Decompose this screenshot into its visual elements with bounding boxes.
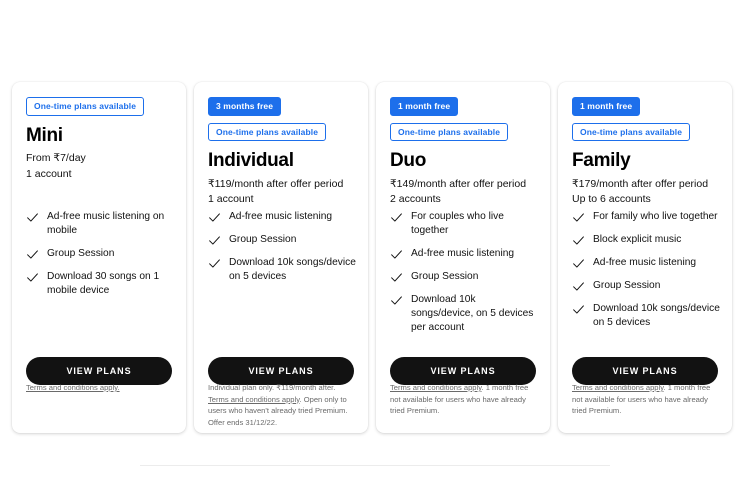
plan-title: Family: [572, 150, 631, 171]
card-disclaimer: Terms and conditions apply. 1 month free…: [390, 382, 539, 417]
feature-label: For family who live together: [593, 211, 718, 222]
badge-stack: 1 month free One-time plans available: [390, 96, 536, 147]
badge-stack: 1 month free One-time plans available: [572, 96, 718, 147]
feature-label: Ad-free music listening: [593, 257, 697, 268]
check-icon: [208, 211, 221, 224]
plan-card-duo: 1 month free One-time plans available Duo ₹…: [376, 82, 550, 433]
feature-item: Ad-free music listening: [208, 210, 358, 224]
check-icon: [572, 257, 585, 270]
feature-item: Download 10k songs/device, on 5 devices …: [390, 293, 540, 335]
feature-label: For couples who live together: [411, 211, 504, 236]
feature-label: Group Session: [593, 280, 661, 291]
plan-title: Individual: [208, 150, 294, 171]
plan-card-individual: 3 months free One-time plans available Ind…: [194, 82, 368, 433]
promo-badge: 1 month free: [390, 97, 459, 116]
promo-badge: 1 month free: [572, 97, 641, 116]
one-time-plans-badge: One-time plans available: [572, 122, 691, 141]
plan-price: ₹119/month after offer period: [208, 177, 344, 190]
check-icon: [26, 211, 39, 224]
feature-item: Download 10k songs/device on 5 devices: [572, 302, 722, 330]
plan-cards-row: One-time plans available Mini From ₹7/day 1…: [12, 82, 738, 433]
badge-stack: 3 months free One-time plans available: [208, 96, 354, 147]
one-time-plans-badge: One-time plans available: [208, 122, 327, 141]
view-plans-button[interactable]: VIEW PLANS: [208, 357, 354, 385]
view-plans-button[interactable]: VIEW PLANS: [390, 357, 536, 385]
check-icon: [572, 303, 585, 316]
feature-label: Group Session: [47, 247, 115, 259]
terms-and-conditions-link[interactable]: Terms and conditions apply: [390, 383, 481, 392]
check-icon: [572, 280, 585, 293]
feature-label: Ad-free music listening: [229, 211, 333, 222]
promo-badge: 3 months free: [208, 97, 282, 116]
feature-label: Download 10k songs/device, on 5 devices …: [411, 293, 534, 333]
feature-item: Group Session: [390, 270, 540, 284]
feature-label: Download 10k songs/device on 5 devices: [593, 303, 720, 328]
feature-list: Ad-free music listening on mobile Group S…: [26, 210, 176, 307]
bottom-divider: [140, 465, 610, 466]
feature-item: Ad-free music listening: [390, 247, 540, 261]
card-disclaimer: Individual plan only. ₹119/month after. …: [208, 382, 357, 428]
feature-label: Group Session: [229, 234, 297, 245]
feature-item: For couples who live together: [390, 210, 540, 238]
feature-label: Ad-free music listening on mobile: [47, 211, 165, 236]
one-time-plans-badge: One-time plans available: [26, 97, 145, 116]
feature-label: Block explicit music: [593, 234, 682, 245]
check-icon: [208, 234, 221, 247]
feature-label: Ad-free music listening: [411, 247, 515, 259]
check-icon: [572, 234, 585, 247]
plan-account-count: 1 account: [208, 193, 254, 206]
plan-account-count: 1 account: [26, 167, 72, 180]
feature-list: Ad-free music listening Group Session Down…: [208, 210, 358, 293]
card-disclaimer: Terms and conditions apply. 1 month free…: [572, 382, 721, 417]
feature-item: Ad-free music listening: [572, 256, 722, 270]
feature-item: Group Session: [572, 279, 722, 293]
feature-item: Group Session: [26, 247, 176, 261]
check-icon: [390, 211, 403, 224]
feature-label: Group Session: [411, 270, 479, 282]
check-icon: [208, 257, 221, 270]
feature-label: Download 10k songs/device on 5 devices: [229, 257, 356, 282]
feature-list: For family who live together Block explic…: [572, 210, 722, 339]
badge-stack: One-time plans available: [26, 96, 172, 122]
plan-title: Duo: [390, 150, 427, 171]
plan-price: From ₹7/day: [26, 152, 86, 165]
feature-list: For couples who live together Ad-free mus…: [390, 210, 540, 343]
one-time-plans-badge: One-time plans available: [390, 122, 509, 141]
plan-card-family: 1 month free One-time plans available Fami…: [558, 82, 732, 433]
check-icon: [390, 294, 403, 307]
plan-price: ₹149/month after offer period: [390, 177, 527, 190]
terms-and-conditions-link[interactable]: Terms and conditions apply: [208, 395, 299, 404]
pricing-page: One-time plans available Mini From ₹7/day 1…: [0, 0, 750, 500]
plan-account-count: Up to 6 accounts: [572, 193, 651, 206]
terms-and-conditions-link[interactable]: Terms and conditions apply: [572, 383, 663, 392]
plan-card-mini: One-time plans available Mini From ₹7/day 1…: [12, 82, 186, 433]
check-icon: [390, 271, 403, 284]
feature-item: Group Session: [208, 233, 358, 247]
feature-item: For family who live together: [572, 210, 722, 224]
view-plans-button[interactable]: VIEW PLANS: [26, 357, 172, 385]
feature-label: Download 30 songs on 1 mobile device: [47, 270, 160, 296]
view-plans-button[interactable]: VIEW PLANS: [572, 357, 718, 385]
check-icon: [26, 248, 39, 261]
feature-item: Download 30 songs on 1 mobile device: [26, 270, 176, 298]
card-disclaimer: Terms and conditions apply.: [26, 382, 175, 394]
disclaimer-prefix: Individual plan only. ₹119/month after.: [208, 383, 336, 392]
check-icon: [26, 271, 39, 284]
plan-title: Mini: [26, 124, 63, 146]
terms-and-conditions-link[interactable]: Terms and conditions apply.: [26, 383, 120, 392]
plan-price: ₹179/month after offer period: [572, 177, 709, 190]
check-icon: [390, 248, 403, 261]
feature-item: Ad-free music listening on mobile: [26, 210, 176, 238]
feature-item: Block explicit music: [572, 233, 722, 247]
plan-account-count: 2 accounts: [390, 193, 441, 206]
feature-item: Download 10k songs/device on 5 devices: [208, 256, 358, 284]
check-icon: [572, 211, 585, 224]
